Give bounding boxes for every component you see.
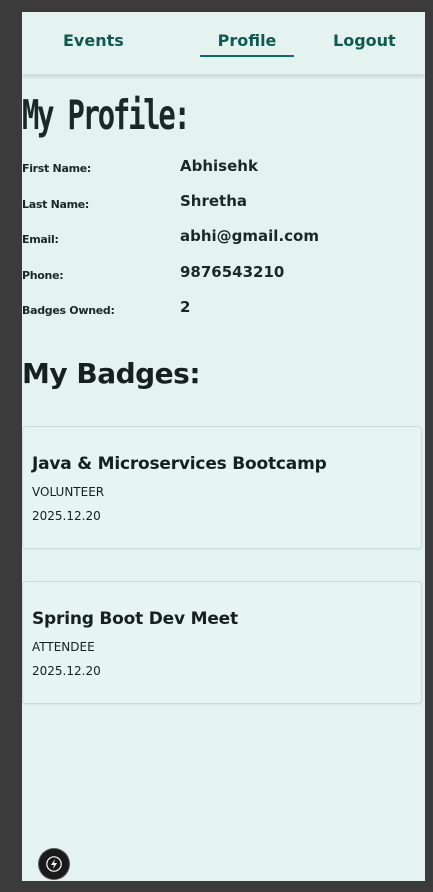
first-name-label: First Name:	[22, 162, 91, 175]
lightning-bolt-icon	[46, 856, 62, 872]
badge-role: ATTENDEE	[32, 640, 95, 654]
nav-logout-link[interactable]: Logout	[333, 31, 396, 50]
badge-event-name: Spring Boot Dev Meet	[32, 609, 238, 629]
email-value: abhi@gmail.com	[180, 227, 319, 245]
phone-label: Phone:	[22, 269, 64, 282]
app-screen: Events Profile Logout My Profile: First …	[22, 12, 425, 881]
badges-owned-value: 2	[180, 298, 191, 316]
profile-heading: My Profile:	[22, 92, 191, 140]
badges-heading: My Badges:	[22, 357, 201, 390]
top-navbar: Events Profile Logout	[22, 12, 425, 75]
badge-card: Java & Microservices Bootcamp VOLUNTEER …	[22, 426, 422, 549]
nav-profile-link[interactable]: Profile	[200, 31, 294, 57]
dev-tools-button[interactable]	[39, 849, 69, 879]
email-label: Email:	[22, 233, 59, 246]
nav-events-link[interactable]: Events	[63, 31, 124, 50]
nav-profile-label: Profile	[217, 31, 277, 50]
first-name-value: Abhisehk	[180, 157, 258, 175]
badge-date: 2025.12.20	[32, 509, 101, 523]
badge-date: 2025.12.20	[32, 664, 101, 678]
phone-value: 9876543210	[180, 263, 285, 281]
last-name-value: Shretha	[180, 192, 248, 210]
badge-role: VOLUNTEER	[32, 485, 105, 499]
last-name-label: Last Name:	[22, 198, 90, 211]
badge-event-name: Java & Microservices Bootcamp	[32, 454, 327, 474]
badges-owned-label: Badges Owned:	[22, 304, 115, 317]
active-tab-indicator	[200, 55, 294, 57]
badge-card: Spring Boot Dev Meet ATTENDEE 2025.12.20	[22, 581, 422, 704]
